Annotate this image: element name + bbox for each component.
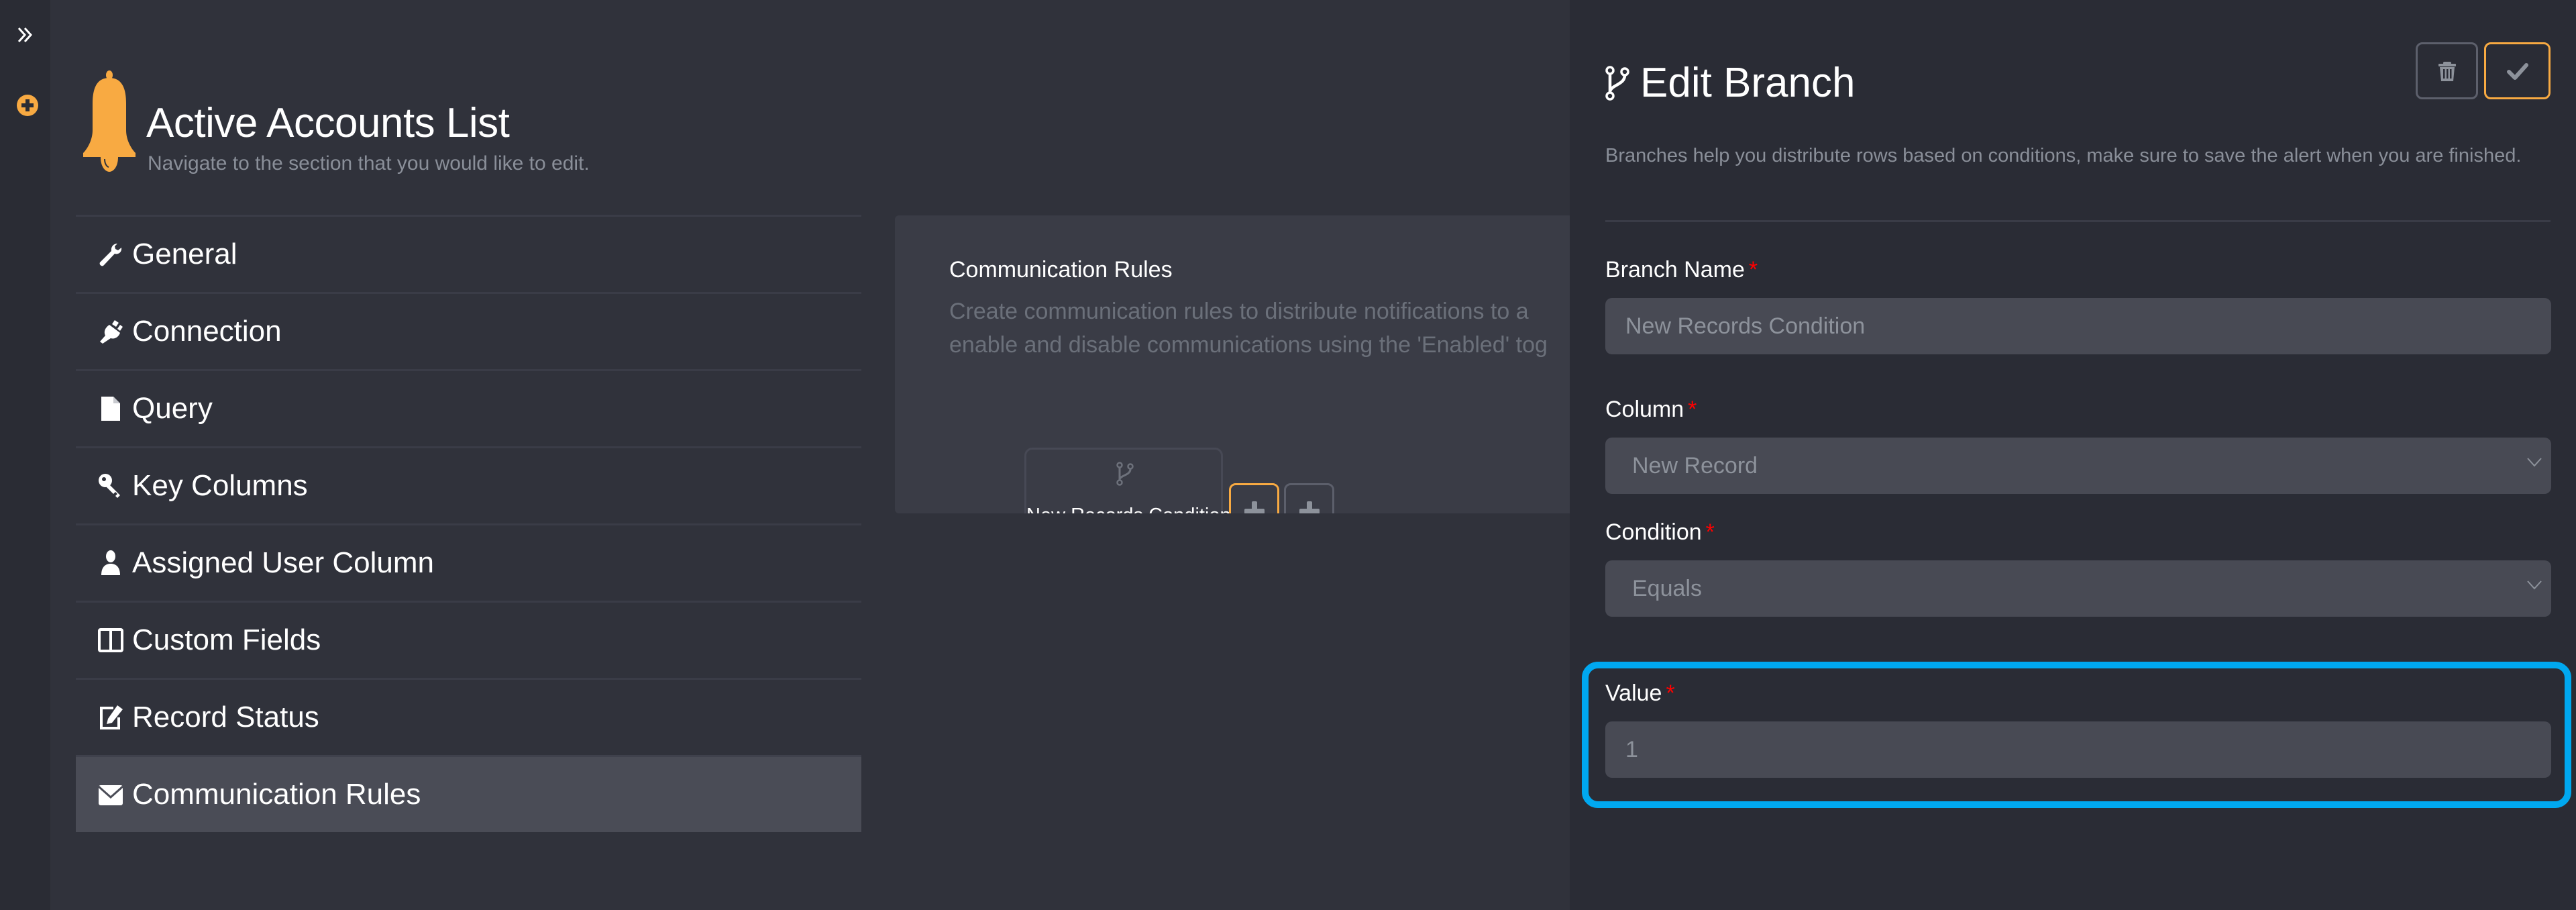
nav-item-assigned-user-column[interactable]: Assigned User Column xyxy=(76,523,861,601)
value-label: Value * xyxy=(1605,680,2551,707)
section-nav: General Connection Query Key Columns Ass… xyxy=(76,215,861,832)
column-select[interactable]: New Record xyxy=(1605,438,2551,494)
columns-icon xyxy=(96,625,125,655)
nav-item-query[interactable]: Query xyxy=(76,369,861,446)
nav-item-key-columns[interactable]: Key Columns xyxy=(76,446,861,523)
description-line: Create communication rules to distribute… xyxy=(949,299,1529,324)
save-branch-button[interactable] xyxy=(2484,42,2551,99)
input-value: 1 xyxy=(1625,736,1638,762)
chevron-down-icon xyxy=(2527,580,2542,590)
column-label: Column * xyxy=(1605,397,2551,423)
nav-item-connection[interactable]: Connection xyxy=(76,292,861,369)
required-marker: * xyxy=(1748,257,1758,283)
bell-icon xyxy=(83,70,136,172)
edit-icon xyxy=(96,703,125,732)
label-text: Branch Name xyxy=(1605,257,1745,283)
select-value: New Record xyxy=(1632,452,1758,478)
expand-sidebar-button[interactable] xyxy=(17,26,34,44)
add-rule-button[interactable] xyxy=(1284,483,1334,513)
file-icon xyxy=(96,394,125,423)
branch-name-field: Branch Name * New Records Condition xyxy=(1605,257,2551,354)
chevron-down-icon xyxy=(2527,458,2542,467)
user-icon xyxy=(96,548,125,578)
add-alert-button[interactable] xyxy=(17,95,38,116)
branch-name-input[interactable]: New Records Condition xyxy=(1605,298,2551,354)
label-text: Condition xyxy=(1605,519,1702,545)
plug-icon xyxy=(96,317,125,346)
branch-name-label: Branch Name * xyxy=(1605,257,2551,283)
label-text: Value xyxy=(1605,680,1662,706)
nav-item-label: General xyxy=(132,238,237,270)
condition-label: Condition * xyxy=(1605,519,2551,546)
trash-icon xyxy=(2438,61,2456,81)
check-icon xyxy=(2506,62,2528,80)
description-line: enable and disable communications using … xyxy=(949,332,1548,358)
delete-branch-button[interactable] xyxy=(2416,42,2478,99)
edit-branch-description: Branches help you distribute rows based … xyxy=(1605,145,2522,166)
add-branch-button[interactable] xyxy=(1229,483,1279,513)
divider xyxy=(1605,220,2551,222)
nav-item-label: Query xyxy=(132,392,213,425)
edit-branch-panel: Edit Branch Branches help you distribute… xyxy=(1570,0,2576,910)
nav-item-label: Record Status xyxy=(132,701,319,734)
label-text: Column xyxy=(1605,397,1684,422)
required-marker: * xyxy=(1666,680,1675,706)
page-title: Active Accounts List xyxy=(146,100,510,146)
nav-item-communication-rules[interactable]: Communication Rules xyxy=(76,755,861,832)
condition-select[interactable]: Equals xyxy=(1605,560,2551,617)
branch-node-label: New Records Condition xyxy=(1026,505,1231,513)
column-field: Column * New Record xyxy=(1605,397,2551,494)
nav-item-custom-fields[interactable]: Custom Fields xyxy=(76,601,861,678)
condition-field: Condition * Equals xyxy=(1605,519,2551,617)
nav-item-label: Custom Fields xyxy=(132,623,321,656)
branch-node[interactable]: New Records Condition xyxy=(1024,448,1231,513)
code-branch-icon xyxy=(1605,65,1629,101)
edit-branch-title: Edit Branch xyxy=(1640,60,1856,106)
section-title: Communication Rules xyxy=(949,257,1173,283)
value-input[interactable]: 1 xyxy=(1605,721,2551,778)
input-value: New Records Condition xyxy=(1625,313,1866,339)
nav-item-record-status[interactable]: Record Status xyxy=(76,678,861,755)
edit-branch-header: Edit Branch xyxy=(1605,59,1856,107)
nav-item-label: Key Columns xyxy=(132,469,308,502)
wrench-icon xyxy=(96,240,125,269)
envelope-icon xyxy=(96,780,125,809)
double-chevron-right-icon xyxy=(17,27,33,43)
key-icon xyxy=(96,471,125,501)
required-marker: * xyxy=(1705,519,1715,545)
select-value: Equals xyxy=(1632,575,1702,601)
nav-item-general[interactable]: General xyxy=(76,215,861,292)
code-branch-icon xyxy=(1116,462,1134,486)
page-subtitle: Navigate to the section that you would l… xyxy=(148,152,590,174)
section-description: Create communication rules to distribute… xyxy=(949,295,1570,362)
communication-rules-panel: Communication Rules Create communication… xyxy=(895,215,1570,513)
nav-item-label: Communication Rules xyxy=(132,778,421,811)
nav-item-label: Connection xyxy=(132,315,282,348)
left-rail xyxy=(0,0,50,910)
required-marker: * xyxy=(1688,397,1697,422)
nav-item-label: Assigned User Column xyxy=(132,546,434,579)
value-field: Value * 1 xyxy=(1605,680,2551,778)
